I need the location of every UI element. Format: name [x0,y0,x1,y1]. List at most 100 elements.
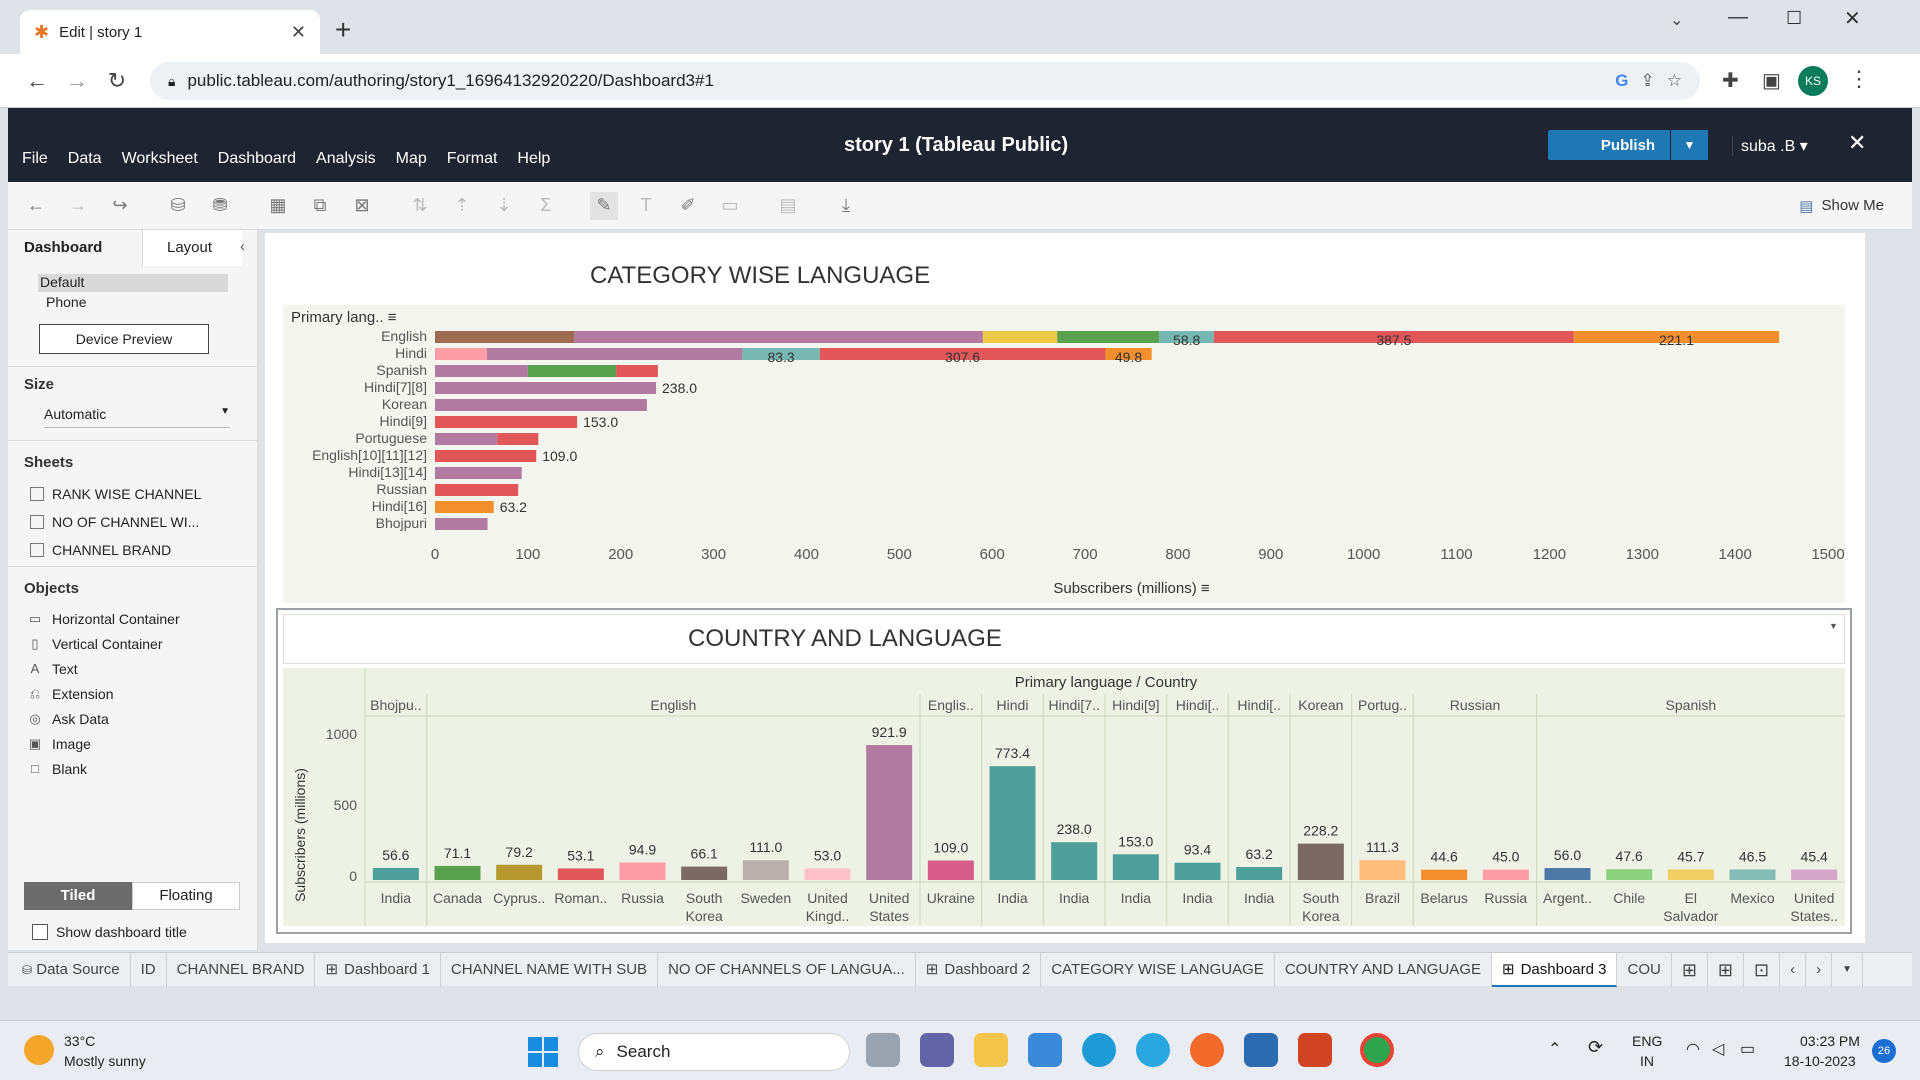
bar[interactable] [1359,860,1406,880]
bar[interactable] [1297,843,1344,880]
language-bottom[interactable]: IN [1640,1053,1654,1069]
browser-tab[interactable]: ✱ Edit | story 1 ✕ [20,10,320,54]
file-explorer-icon[interactable] [974,1033,1008,1067]
bar[interactable] [927,860,974,880]
language-top[interactable]: ENG [1632,1033,1662,1049]
object-item[interactable]: ▯ Vertical Container [28,631,248,656]
collapse-sidebar-icon[interactable]: ‹ [240,238,245,255]
reload-icon[interactable]: ↻ [102,66,132,96]
new-story-tab-icon[interactable]: ⊡ [1744,952,1781,987]
sheet-tab[interactable]: ⊞ Dashboard 2 [916,952,1042,987]
url-field[interactable]: 🔒︎ public.tableau.com/authoring/story1_1… [150,62,1700,100]
bar-segment[interactable] [435,416,578,428]
new-tab-button[interactable]: + [335,14,351,46]
menu-help[interactable]: Help [517,150,550,168]
publish-dropdown-icon[interactable]: ▼ [1670,130,1708,160]
bar-segment[interactable] [435,501,494,513]
side-panel-icon[interactable]: ▣ [1762,68,1781,93]
new-data-source-icon[interactable]: ⛁ [164,192,192,220]
tiled-button[interactable]: Tiled [24,882,132,910]
sheet-item[interactable]: RANK WISE CHANNEL [30,480,250,508]
extensions-icon[interactable]: ✚ [1722,68,1739,93]
bar-segment[interactable] [435,518,488,530]
new-worksheet-tab-icon[interactable]: ⊞ [1672,952,1708,987]
close-window-icon[interactable]: ✕ [1844,6,1861,31]
firefox-icon[interactable] [1190,1033,1224,1067]
sync-icon[interactable]: ⟳ [1588,1037,1603,1058]
share-icon[interactable]: ⇪ [1641,71,1655,91]
new-worksheet-icon[interactable]: ▦ [264,192,292,220]
bar-segment[interactable] [435,484,519,496]
bar-segment[interactable] [435,467,522,479]
sheet-tab[interactable]: COU [1617,952,1672,987]
sheet-tab[interactable]: CATEGORY WISE LANGUAGE [1041,952,1275,987]
labels-icon[interactable]: T [632,192,660,220]
sheet-item[interactable]: NO OF CHANNEL WI... [30,508,250,536]
floating-button[interactable]: Floating [132,882,240,910]
powerpoint-icon[interactable] [1298,1033,1332,1067]
clock-date[interactable]: 18-10-2023 [1784,1053,1856,1069]
tab-search-icon[interactable]: ⌄ [1670,10,1683,30]
object-item[interactable]: ⎌ Extension [28,681,248,706]
bar[interactable] [1667,869,1714,880]
bar-segment[interactable] [435,450,537,462]
teams-chat-icon[interactable] [920,1033,954,1067]
menu-map[interactable]: Map [396,150,427,168]
edge-icon[interactable] [1082,1033,1116,1067]
tab-dashboard[interactable]: Dashboard [8,230,142,266]
bar[interactable] [1544,868,1591,880]
bar-segment[interactable] [616,365,658,377]
bar[interactable] [866,745,913,880]
bar-segment[interactable] [574,331,983,343]
task-view-icon[interactable] [866,1033,900,1067]
sheet-item[interactable]: CHANNEL BRAND [30,536,250,564]
replay-icon[interactable]: ↪ [106,192,134,220]
forward-arrow-icon[interactable]: → [62,66,92,96]
profile-avatar[interactable]: KS [1798,66,1828,96]
show-me-button[interactable]: ▤ Show Me [1799,197,1884,215]
country-and-language-chart[interactable]: Primary language / Country Subscribers (m… [283,668,1845,926]
browser-menu-icon[interactable]: ⋮ [1848,66,1870,92]
pause-updates-icon[interactable]: ⛃ [206,192,234,220]
object-item[interactable]: A Text [28,656,248,681]
sheet-tab[interactable]: ID [131,952,167,987]
mobile-app-icon[interactable] [1244,1033,1278,1067]
clear-sheet-icon[interactable]: ⊠ [348,192,376,220]
object-item[interactable]: ▭ Horizontal Container [28,606,248,631]
user-menu[interactable]: suba .B ▾ [1732,136,1808,156]
bar[interactable] [742,860,789,880]
bar[interactable] [496,864,543,880]
maximize-window-icon[interactable]: ☐ [1786,8,1802,29]
close-tab-icon[interactable]: ✕ [291,22,306,43]
menu-data[interactable]: Data [68,150,102,168]
google-icon[interactable]: G [1615,71,1628,91]
new-dashboard-tab-icon[interactable]: ⊞ [1708,952,1745,987]
sheet-menu-icon[interactable]: ▼ [1832,952,1864,987]
bar[interactable] [557,868,604,880]
bar[interactable] [1112,854,1159,880]
device-preview-button[interactable]: Device Preview [39,324,209,354]
fit-icon[interactable]: ▭ [716,192,744,220]
menu-analysis[interactable]: Analysis [316,150,376,168]
microsoft-store-icon[interactable] [1028,1033,1062,1067]
bar-segment[interactable] [527,365,617,377]
size-select[interactable]: Automatic ▼ [44,406,230,428]
close-editor-icon[interactable]: ✕ [1848,130,1866,156]
sheet-tab[interactable]: CHANNEL BRAND [167,952,316,987]
show-hidden-icons[interactable]: ⌃ [1548,1039,1561,1059]
totals-icon[interactable]: Σ [532,192,560,220]
category-wise-language-chart[interactable]: Primary lang.. ≡ English 58.8 387.5 221.1 Hin… [283,305,1845,603]
bar[interactable] [372,867,419,880]
help-icon[interactable] [1136,1033,1170,1067]
bar[interactable] [989,766,1036,880]
clock-time[interactable]: 03:23 PM [1800,1033,1860,1049]
bar[interactable] [1729,869,1776,880]
sort-ascending-icon[interactable]: ⇡ [448,192,476,220]
menu-dashboard[interactable]: Dashboard [218,150,296,168]
duplicate-sheet-icon[interactable]: ⧉ [306,192,334,220]
bar-segment[interactable] [487,348,743,360]
show-title-checkbox[interactable] [32,924,48,940]
sort-descending-icon[interactable]: ⇣ [490,192,518,220]
battery-icon[interactable]: ▭ [1740,1039,1755,1059]
bar[interactable] [1606,869,1653,880]
